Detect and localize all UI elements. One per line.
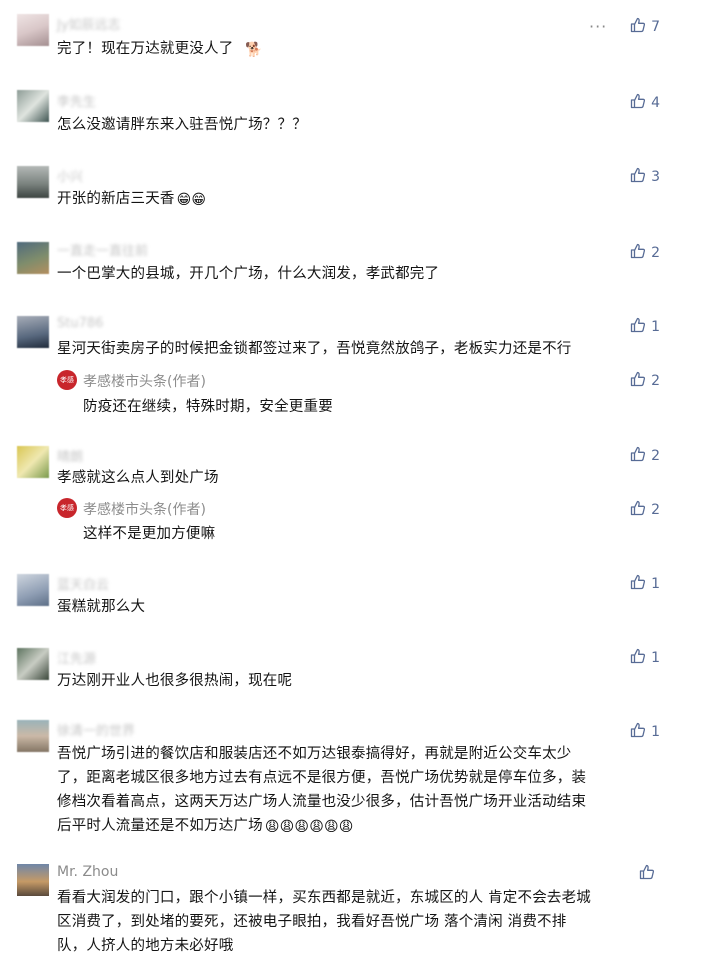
thumbs-up-icon: [639, 864, 655, 880]
like-count: 2: [651, 502, 660, 518]
commenter-name[interactable]: 蓝天白云: [57, 574, 109, 593]
comment-body: 开张的新店三天香: [57, 191, 175, 207]
comment-line: 吾悦广场引进的餐饮店和服装店还不如万达银泰搞得好，再就是附近公交车太少: [57, 746, 572, 762]
comment-text: 万达刚开业人也很多很热闹，现在呢: [57, 669, 667, 693]
author-reply-name[interactable]: 孝感楼市头条(作者): [83, 371, 206, 391]
comment-text: 星河天街卖房子的时候把金锁都签过来了，吾悦竟然放鸽子，老板实力还是不行: [57, 337, 667, 361]
author-avatar[interactable]: 孝感楼市: [57, 498, 77, 518]
like-button[interactable]: 1: [630, 574, 660, 592]
dog-emoji-icon: 🐕: [245, 42, 264, 58]
avatar[interactable]: [17, 648, 49, 680]
thumbs-up-icon: [630, 17, 646, 33]
author-reply-text: 这样不是更加方便嘛: [83, 526, 216, 542]
thumbs-up-icon: [630, 500, 646, 516]
avatar[interactable]: [17, 720, 49, 752]
like-count: 4: [651, 95, 660, 111]
like-count: 2: [651, 448, 660, 464]
commenter-name[interactable]: 李先生: [57, 91, 96, 110]
avatar[interactable]: [17, 90, 49, 122]
reply-like-button[interactable]: 2: [630, 500, 660, 518]
commenter-name[interactable]: 小兴: [57, 166, 83, 185]
commenter-name[interactable]: Mr. Zhou: [57, 864, 118, 880]
reply-like-button[interactable]: 2: [630, 371, 660, 389]
thumbs-up-icon: [630, 722, 646, 738]
like-count: 1: [651, 650, 660, 666]
comment-text: 蛋糕就那么大: [57, 595, 667, 619]
comment-line: 了，距离老城区很多地方过去有点远不是很方便，吾悦广场优势就是停车位多，装: [57, 770, 587, 786]
like-count: 2: [651, 245, 660, 261]
comment-line: 后平时人流量还是不如万达广场: [57, 818, 263, 834]
comment-text: 吾悦广场引进的餐饮店和服装店还不如万达银泰搞得好，再就是附近公交车太少 了，距离…: [57, 742, 667, 838]
comment-line: 看看大润发的门口，跟个小镇一样，买东西都是就近，东城区的人 肯定不会去老城: [57, 890, 592, 906]
comment-body: 星河天街卖房子的时候把金锁都签过来了，吾悦竟然放鸽子，老板实力还是不行: [57, 341, 572, 357]
thumbs-up-icon: [630, 167, 646, 183]
like-button[interactable]: 1: [630, 722, 660, 740]
comment-body: 完了！现在万达就更没人了: [57, 41, 234, 57]
avatar[interactable]: [17, 574, 49, 606]
avatar[interactable]: [17, 316, 49, 348]
thumbs-up-icon: [630, 371, 646, 387]
comment-text: 怎么没邀请胖东来入驻吾悦广场？？？: [57, 113, 667, 137]
comment-text: 孝感就这么点人到处广场: [57, 466, 667, 490]
comment-line: 修档次看着高点，这两天万达广场人流量也没少很多，估计吾悦广场开业活动结束: [57, 794, 587, 810]
thumbs-up-icon: [630, 574, 646, 590]
comment-body: 一个巴掌大的县城，开几个广场，什么大润发，孝武都完了: [57, 266, 440, 282]
weary-emoji-icon: 😩😩😩😩😩😩: [264, 819, 354, 835]
author-reply-text: 防疫还在继续，特殊时期，安全更重要: [83, 399, 333, 415]
more-options-icon[interactable]: ···: [589, 17, 607, 36]
commenter-name[interactable]: 江先源: [57, 648, 96, 667]
author-reply-name[interactable]: 孝感楼市头条(作者): [83, 499, 206, 519]
like-button[interactable]: 2: [630, 243, 660, 261]
thumbs-up-icon: [630, 648, 646, 664]
thumbs-up-icon: [630, 93, 646, 109]
comment-line: 区消费了，到处堵的要死，还被电子眼拍，我看好吾悦广场 落个清闲 消费不排: [57, 914, 567, 930]
author-avatar[interactable]: 孝感楼市: [57, 370, 77, 390]
comment-line-last: 后平时人流量还是不如万达广场 😩😩😩😩😩😩: [57, 814, 667, 838]
commenter-name[interactable]: 一直走一直往前: [57, 240, 148, 259]
grin-emoji-icon: 😁😁: [176, 192, 207, 208]
like-button[interactable]: 4: [630, 93, 660, 111]
comment-text: 完了！现在万达就更没人了 🐕: [57, 37, 667, 61]
comment-text: 看看大润发的门口，跟个小镇一样，买东西都是就近，东城区的人 肯定不会去老城 区消…: [57, 886, 667, 958]
comment-line: 队，人挤人的地方未必好哦: [57, 938, 234, 954]
comment-body: 蛋糕就那么大: [57, 599, 146, 615]
like-count: 3: [651, 169, 660, 185]
comment-body: 万达刚开业人也很多很热闹，现在呢: [57, 673, 293, 689]
like-button[interactable]: 3: [630, 167, 660, 185]
like-count: 1: [651, 576, 660, 592]
like-count: 2: [651, 373, 660, 389]
avatar[interactable]: [17, 242, 49, 274]
avatar[interactable]: [17, 14, 49, 46]
commenter-name[interactable]: Stu786: [57, 316, 103, 331]
avatar[interactable]: [17, 864, 49, 896]
comment-body: 怎么没邀请胖东来入驻吾悦广场？？？: [57, 117, 307, 133]
comment-text: 一个巴掌大的县城，开几个广场，什么大润发，孝武都完了: [57, 262, 667, 286]
like-count: 7: [651, 19, 660, 35]
like-button[interactable]: 7: [630, 17, 660, 35]
like-button[interactable]: 2: [630, 446, 660, 464]
thumbs-up-icon: [630, 446, 646, 462]
commenter-name[interactable]: 徐清一的世界: [57, 720, 135, 739]
like-button[interactable]: 1: [630, 648, 660, 666]
like-count: 1: [651, 319, 660, 335]
avatar[interactable]: [17, 166, 49, 198]
thumbs-up-icon: [630, 317, 646, 333]
comment-text: 开张的新店三天香 😁😁: [57, 187, 667, 211]
commenter-name[interactable]: Jy如辰远志: [57, 14, 121, 33]
comment-body: 孝感就这么点人到处广场: [57, 470, 219, 486]
like-button[interactable]: 1: [630, 317, 660, 335]
thumbs-up-icon: [630, 243, 646, 259]
like-count: 1: [651, 724, 660, 740]
avatar[interactable]: [17, 446, 49, 478]
like-button[interactable]: [639, 864, 660, 882]
commenter-name[interactable]: 晴朗: [57, 446, 83, 465]
